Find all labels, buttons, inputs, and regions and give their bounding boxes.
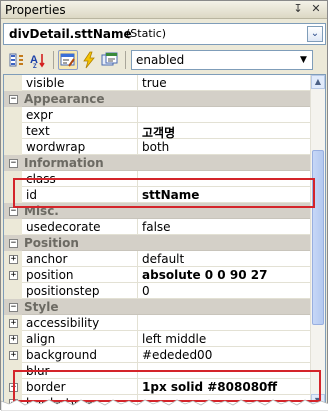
scroll-thumb[interactable] <box>312 150 324 325</box>
svg-text:Z: Z <box>33 64 37 69</box>
category-row[interactable]: − Appearance <box>4 91 312 107</box>
row-gutter <box>4 219 22 235</box>
chevron-down-icon[interactable]: ▼ <box>296 52 311 68</box>
row-gutter <box>4 139 22 155</box>
alphabetical-view-button[interactable]: A Z <box>28 50 48 70</box>
pin-icon[interactable]: ↧ <box>291 2 305 16</box>
expand-icon[interactable]: + <box>9 271 18 280</box>
status-filter-select[interactable]: enabled ▼ <box>131 50 313 70</box>
categorized-view-button[interactable] <box>7 50 27 70</box>
property-row[interactable]: + align left middle <box>4 331 312 347</box>
property-grid: visible true − Appearance expr text 고객명 wordwra… <box>3 74 326 409</box>
property-row[interactable]: positionstep 0 <box>4 283 312 299</box>
property-row[interactable]: expr <box>4 107 312 123</box>
object-type: (Static) <box>126 27 167 40</box>
collapse-icon[interactable]: − <box>9 95 18 104</box>
property-pages-button[interactable] <box>100 50 120 70</box>
column-divider[interactable] <box>137 139 138 155</box>
property-name: align <box>26 332 56 346</box>
property-row[interactable]: + background #ededed00 <box>4 347 312 363</box>
property-value[interactable]: false <box>142 220 171 234</box>
property-name: usedecorate <box>26 220 101 234</box>
expand-icon[interactable]: + <box>9 319 18 328</box>
category-label: Information <box>24 156 104 170</box>
row-gutter <box>4 107 22 123</box>
properties-view-button[interactable] <box>58 50 78 70</box>
window-title: Properties <box>5 3 66 17</box>
property-row[interactable]: wordwrap both <box>4 139 312 155</box>
category-row[interactable]: − Style <box>4 299 312 315</box>
column-divider[interactable] <box>137 283 138 299</box>
events-view-button[interactable] <box>79 50 99 70</box>
expand-icon[interactable]: + <box>9 351 18 360</box>
vertical-scrollbar[interactable]: ▲ ▼ <box>310 75 325 408</box>
property-name: background <box>26 348 97 362</box>
properties-window: Properties ↧ ✕ divDetail.sttName (Static… <box>0 0 328 411</box>
property-value[interactable]: left middle <box>142 332 206 346</box>
property-value[interactable]: both <box>142 140 169 154</box>
column-divider[interactable] <box>137 219 138 235</box>
property-name: positionstep <box>26 284 100 298</box>
lightning-icon <box>83 51 95 69</box>
title-bar: Properties ↧ ✕ <box>1 1 327 19</box>
property-name: anchor <box>26 252 68 266</box>
object-selector[interactable]: divDetail.sttName (Static) ⌄ <box>3 23 326 45</box>
collapse-icon[interactable]: − <box>9 239 18 248</box>
toolbar-separator <box>125 51 126 69</box>
column-divider[interactable] <box>137 123 138 139</box>
column-divider[interactable] <box>137 315 138 331</box>
property-name: wordwrap <box>26 140 86 154</box>
close-icon[interactable]: ✕ <box>309 2 323 16</box>
property-row[interactable]: visible true <box>4 75 312 91</box>
column-divider[interactable] <box>137 75 138 91</box>
property-row[interactable]: + position absolute 0 0 90 27 <box>4 267 312 283</box>
properties-icon <box>60 53 75 67</box>
categorized-icon <box>9 53 23 67</box>
column-divider[interactable] <box>137 331 138 347</box>
property-name: visible <box>26 76 65 90</box>
category-label: Appearance <box>24 92 105 106</box>
status-filter-value: enabled <box>136 53 185 67</box>
column-divider[interactable] <box>137 107 138 123</box>
category-row[interactable]: − Information <box>4 155 312 171</box>
property-pages-icon <box>101 52 118 66</box>
row-gutter <box>4 283 22 299</box>
row-gutter <box>4 75 22 91</box>
object-selector-dropdown-icon[interactable]: ⌄ <box>307 26 323 42</box>
highlight-box-id <box>13 178 315 208</box>
alphabetical-icon: A Z <box>30 54 45 70</box>
category-label: Position <box>24 236 79 250</box>
property-name: text <box>26 124 50 138</box>
category-row[interactable]: − Position <box>4 235 312 251</box>
property-row[interactable]: + anchor default <box>4 251 312 267</box>
property-value[interactable]: true <box>142 76 167 90</box>
property-row[interactable]: + accessibility <box>4 315 312 331</box>
toolbar: A Z enabled ▼ <box>3 48 326 74</box>
property-value[interactable]: 0 <box>142 284 150 298</box>
property-value[interactable]: absolute 0 0 90 27 <box>142 268 267 282</box>
expand-icon[interactable]: + <box>9 255 18 264</box>
column-divider[interactable] <box>137 251 138 267</box>
property-row[interactable]: usedecorate false <box>4 219 312 235</box>
row-gutter <box>4 123 22 139</box>
torn-edge <box>1 399 328 411</box>
column-divider[interactable] <box>137 347 138 363</box>
toolbar-separator <box>53 51 54 69</box>
category-label: Style <box>24 300 59 314</box>
property-name: position <box>26 268 74 282</box>
column-divider[interactable] <box>137 267 138 283</box>
collapse-icon[interactable]: − <box>9 303 18 312</box>
property-name: accessibility <box>26 316 100 330</box>
collapse-icon[interactable]: − <box>9 207 18 216</box>
property-row[interactable]: text 고객명 <box>4 123 312 140</box>
collapse-icon[interactable]: − <box>9 159 18 168</box>
property-name: expr <box>26 108 53 122</box>
property-value[interactable]: default <box>142 252 184 266</box>
expand-icon[interactable]: + <box>9 335 18 344</box>
scroll-up-icon[interactable]: ▲ <box>311 75 325 89</box>
property-value[interactable]: #ededed00 <box>142 348 212 362</box>
object-name: divDetail.sttName <box>9 27 132 41</box>
